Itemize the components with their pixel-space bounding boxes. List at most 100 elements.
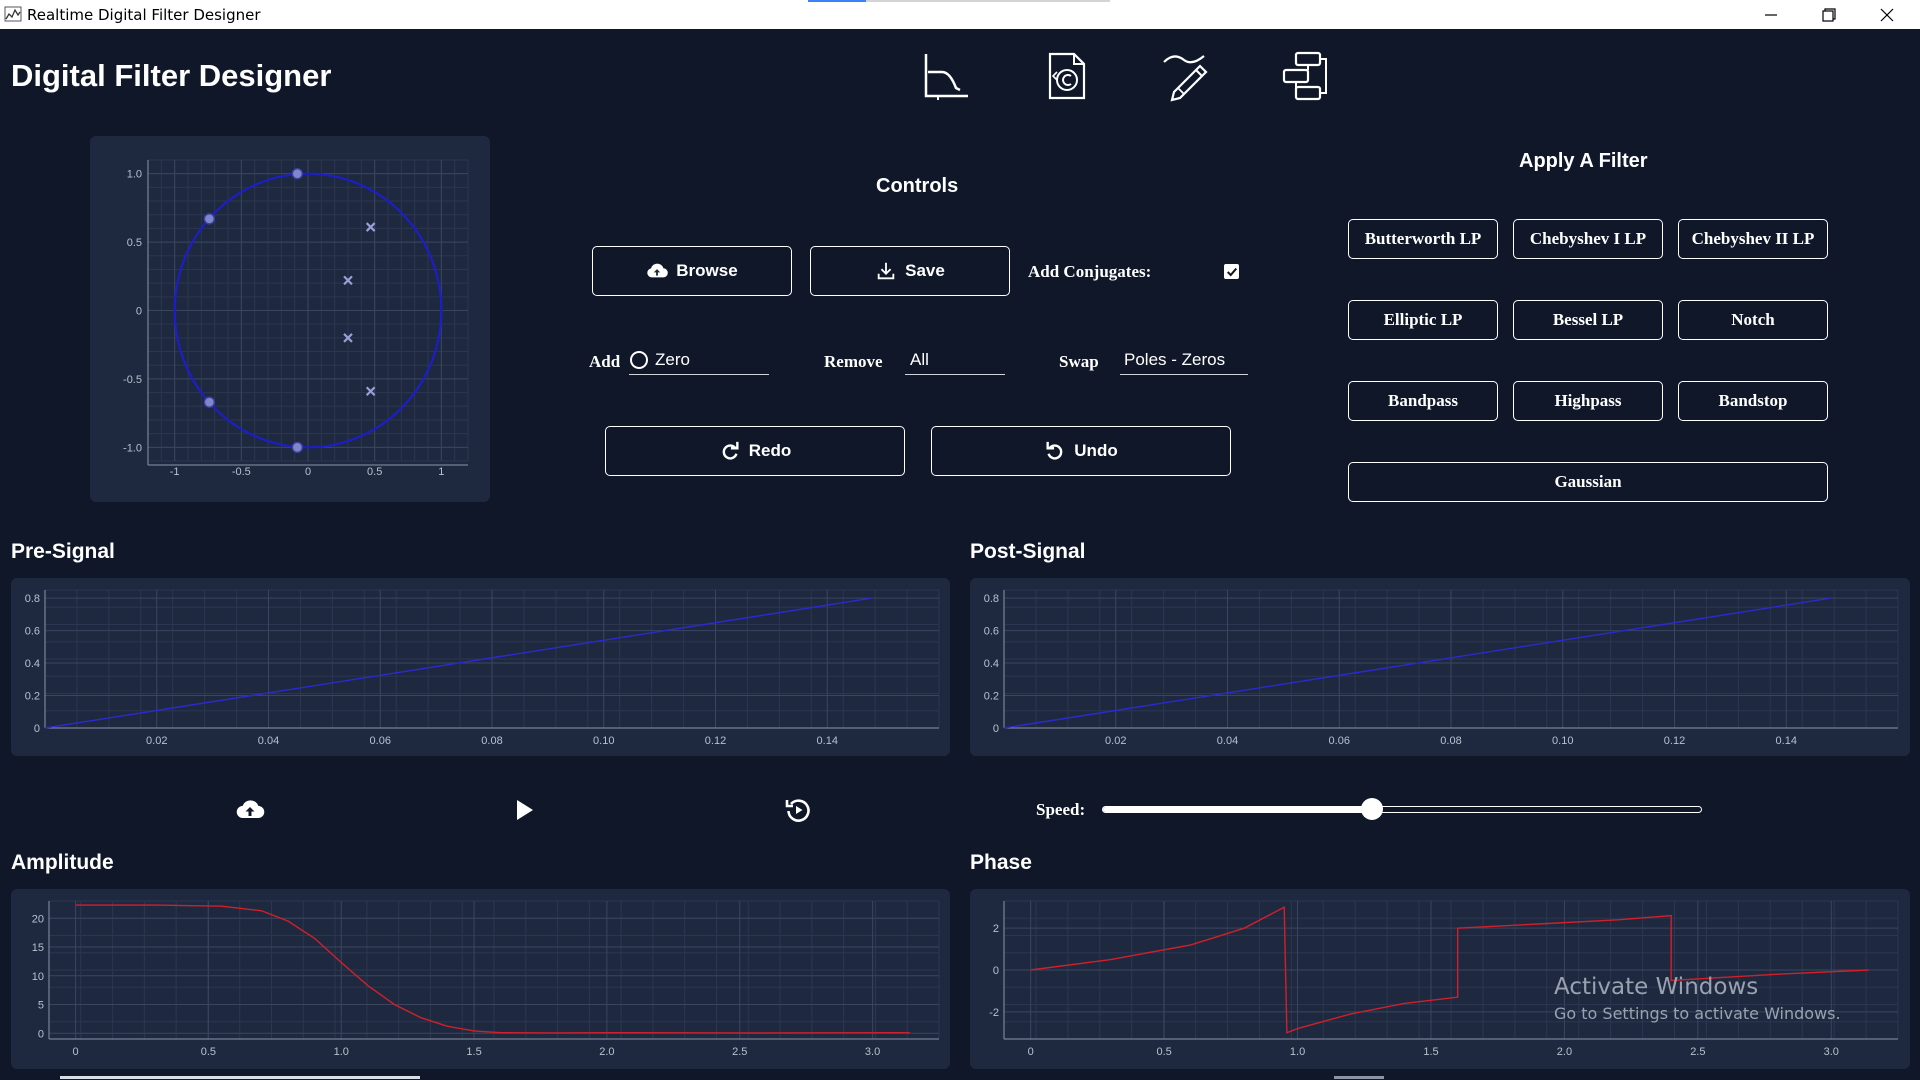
bandstop-button[interactable]: Bandstop	[1678, 381, 1828, 421]
highpass-button[interactable]: Highpass	[1513, 381, 1663, 421]
swap-select[interactable]: Poles - Zeros	[1120, 350, 1248, 375]
x-tick-label: 1.0	[1290, 1046, 1305, 1058]
radio-circle-icon	[630, 351, 648, 369]
add-conjugates-checkbox[interactable]	[1224, 264, 1239, 279]
y-tick-label: 0.8	[25, 593, 40, 605]
upload-signal-button[interactable]	[235, 795, 265, 825]
minimize-button[interactable]	[1742, 0, 1800, 29]
redo-label: Redo	[748, 441, 792, 460]
draw-pencil-icon[interactable]	[1160, 50, 1212, 102]
redo-icon	[722, 441, 739, 460]
remove-label: Remove	[824, 352, 883, 371]
x-tick-label: 0.5	[1156, 1046, 1171, 1058]
bessel-lp-button[interactable]: Bessel LP	[1513, 300, 1663, 340]
x-tick-label: 2.5	[732, 1046, 747, 1058]
swap-value: Poles - Zeros	[1124, 350, 1226, 369]
remove-select[interactable]: All	[905, 350, 1005, 375]
horizontal-scrollbar-thumb[interactable]	[1334, 1076, 1384, 1079]
y-tick-label: 0.2	[25, 691, 40, 703]
flowchart-icon[interactable]	[1280, 50, 1332, 102]
butterworth-lp-button[interactable]: Butterworth LP	[1348, 219, 1498, 259]
x-tick-label: 2.5	[1690, 1046, 1705, 1058]
speed-slider-track[interactable]	[1102, 806, 1702, 813]
x-tick-label: 0.06	[1329, 735, 1350, 747]
add-conjugates-label: Add Conjugates:	[1028, 262, 1152, 281]
speed-slider-thumb[interactable]	[1361, 798, 1383, 820]
save-button[interactable]: Save	[810, 246, 1010, 296]
y-tick-label: -1.0	[123, 442, 142, 454]
x-tick-label: 3.0	[865, 1046, 880, 1058]
x-tick-label: 0.12	[1664, 735, 1685, 747]
x-tick-label: 0.06	[370, 735, 391, 747]
y-tick-label: 2	[993, 923, 999, 935]
y-tick-label: 1.0	[127, 169, 142, 181]
x-tick-label: 0.12	[705, 735, 726, 747]
notch-button[interactable]: Notch	[1678, 300, 1828, 340]
close-button[interactable]	[1858, 0, 1916, 29]
x-tick-label: 0.10	[1552, 735, 1573, 747]
zero-marker	[203, 213, 216, 225]
amplitude-title: Amplitude	[11, 851, 114, 874]
x-tick-label: 2.0	[599, 1046, 614, 1058]
y-tick-label: -2	[989, 1007, 999, 1019]
play-button[interactable]	[509, 795, 539, 825]
frequency-response-icon[interactable]	[920, 50, 972, 102]
watermark-line2: Go to Settings to activate Windows.	[1554, 1004, 1841, 1023]
gaussian-button[interactable]: Gaussian	[1348, 462, 1828, 502]
download-icon	[877, 262, 895, 280]
post-signal-panel[interactable]: 0.02 0.04 0.06 0.08 0.10 0.12 0.14 0 0.2 0.4 0.6 0.…	[970, 578, 1910, 756]
add-label: Add	[589, 352, 621, 371]
taskbar-tab-indicator	[808, 0, 866, 2]
browse-button[interactable]: Browse	[592, 246, 792, 296]
replay-button[interactable]	[783, 795, 813, 825]
swap-label: Swap	[1059, 352, 1099, 371]
window-title: Realtime Digital Filter Designer	[27, 6, 261, 24]
pre-signal-chart[interactable]: 0.02 0.04 0.06 0.08 0.10 0.12 0.14 0 0.2 0.4 0.6 0.…	[11, 578, 950, 756]
x-tick-label: 1	[438, 466, 444, 478]
x-tick-label: -0.5	[232, 466, 251, 478]
bandpass-button[interactable]: Bandpass	[1348, 381, 1498, 421]
undo-button[interactable]: Undo	[931, 426, 1231, 476]
zero-marker	[203, 396, 216, 408]
redo-button[interactable]: Redo	[605, 426, 905, 476]
restore-button[interactable]	[1800, 0, 1858, 29]
y-tick-label: 15	[32, 942, 44, 954]
pre-signal-panel[interactable]: 0.02 0.04 0.06 0.08 0.10 0.12 0.14 0 0.2 0.4 0.6 0.…	[11, 578, 950, 756]
zero-marker	[291, 441, 304, 454]
add-type-select[interactable]: Zero	[629, 350, 769, 375]
post-signal-chart[interactable]: 0.02 0.04 0.06 0.08 0.10 0.12 0.14 0 0.2 0.4 0.6 0.…	[970, 578, 1910, 756]
elliptic-lp-button[interactable]: Elliptic LP	[1348, 300, 1498, 340]
phase-title: Phase	[970, 851, 1032, 874]
watermark-line1: Activate Windows	[1554, 974, 1759, 1000]
y-tick-label: 10	[32, 971, 44, 983]
x-tick-label: 0	[1028, 1046, 1034, 1058]
cloud-upload-icon	[236, 800, 265, 819]
amplitude-panel[interactable]: 0 0.5 1.0 1.5 2.0 2.5 3.0 0 5 10 15 20	[11, 889, 950, 1069]
restore-icon	[1822, 7, 1836, 22]
z-plane-panel[interactable]: -1 -0.5 0 0.5 1 1.0 0.5 0 -0.5 -1.0	[90, 136, 490, 502]
y-tick-label: 0.4	[25, 658, 40, 670]
x-tick-label: 0.14	[1776, 735, 1797, 747]
x-tick-label: 0	[73, 1046, 79, 1058]
x-tick-label: 3.0	[1824, 1046, 1839, 1058]
x-tick-label: 0.08	[1440, 735, 1461, 747]
horizontal-scrollbar[interactable]	[60, 1076, 420, 1079]
app-icon	[4, 6, 22, 22]
chebyshev-i-lp-button[interactable]: Chebyshev I LP	[1513, 219, 1663, 259]
remove-value: All	[910, 350, 929, 369]
x-tick-label: 0.04	[1217, 735, 1238, 747]
add-type-value: Zero	[655, 350, 690, 369]
code-file-icon[interactable]	[1040, 50, 1092, 102]
z-plane-chart[interactable]: -1 -0.5 0 0.5 1 1.0 0.5 0 -0.5 -1.0	[90, 136, 490, 502]
y-tick-label: 0.4	[984, 658, 999, 670]
window-title-bar: Realtime Digital Filter Designer	[0, 0, 1920, 29]
y-tick-label: 0	[34, 723, 40, 735]
x-tick-label: 0.08	[481, 735, 502, 747]
browse-label: Browse	[676, 261, 738, 280]
amplitude-chart[interactable]: 0 0.5 1.0 1.5 2.0 2.5 3.0 0 5 10 15 20	[11, 889, 950, 1069]
replay-icon	[785, 799, 810, 822]
undo-icon	[1046, 441, 1063, 460]
x-tick-label: 0	[305, 466, 311, 478]
x-tick-label: 1.0	[334, 1046, 349, 1058]
chebyshev-ii-lp-button[interactable]: Chebyshev II LP	[1678, 219, 1828, 259]
